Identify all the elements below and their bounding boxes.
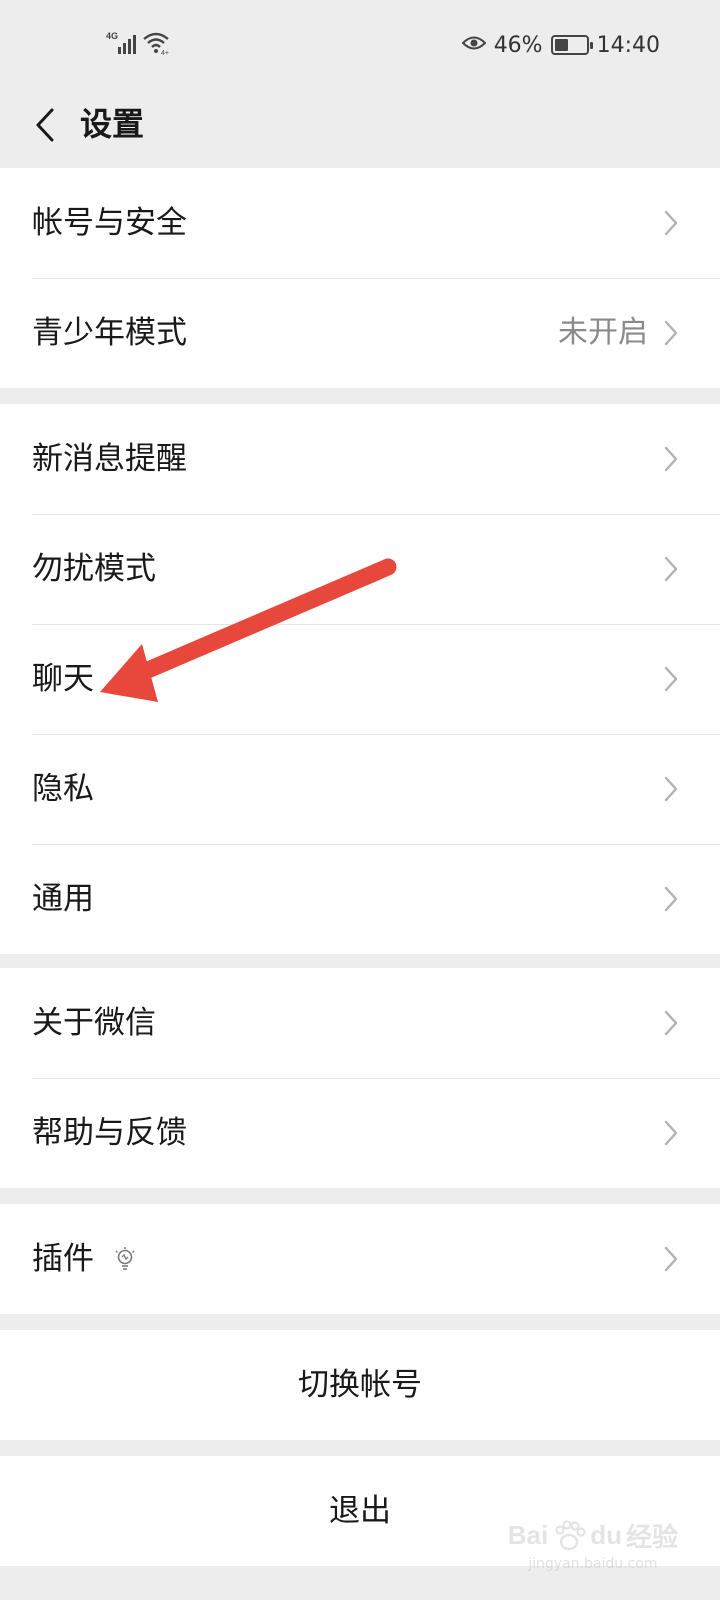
settings-item-label: 新消息提醒 [32,441,187,477]
paw-icon [555,1519,586,1550]
watermark-logo-suffix: du [590,1520,622,1550]
svg-text:4+: 4+ [161,50,169,56]
wifi-icon: 4+ [142,30,172,60]
settings-item-label: 插件 [32,1241,94,1277]
status-left: 4G 4+ [106,30,172,60]
status-right: 46% 14:40 [461,30,660,60]
switch-account-label: 切换帐号 [298,1367,422,1403]
settings-item-label: 帮助与反馈 [32,1115,187,1151]
settings-item-label: 隐私 [32,771,94,807]
settings-item-chat[interactable]: 聊天 [0,624,720,734]
battery-percent: 46% [493,32,543,58]
clock-time: 14:40 [596,32,660,58]
settings-item-label: 青少年模式 [32,315,187,351]
watermark-url: jingyan.baidu.com [528,1556,658,1572]
chevron-right-icon [660,1116,682,1150]
svg-text:4G: 4G [106,31,118,41]
chevron-left-icon [36,108,54,142]
settings-group-plugins: 插件 [0,1204,720,1314]
watermark-logo: Bai [507,1520,549,1550]
settings-group-general: 新消息提醒 勿扰模式 聊天 隐私 通用 [0,404,720,954]
settings-item-teen-mode[interactable]: 青少年模式 未开启 [0,278,720,388]
switch-account-button[interactable]: 切换帐号 [0,1330,720,1440]
settings-item-label: 勿扰模式 [32,551,156,587]
settings-item-plugins[interactable]: 插件 [0,1204,720,1314]
settings-group-account: 帐号与安全 青少年模式 未开启 [0,168,720,388]
nav-bar: 设置 [0,90,720,168]
back-button[interactable] [20,100,70,150]
chevron-right-icon [660,1006,682,1040]
settings-item-notifications[interactable]: 新消息提醒 [0,404,720,514]
chevron-right-icon [660,206,682,240]
chevron-right-icon [660,316,682,350]
lightbulb-icon [112,1246,138,1272]
settings-item-label: 通用 [32,881,94,917]
settings-group-about: 关于微信 帮助与反馈 [0,968,720,1188]
settings-item-general[interactable]: 通用 [0,844,720,954]
chevron-right-icon [660,442,682,476]
eye-icon [461,33,487,58]
signal-icon: 4G [106,30,136,60]
battery-icon [550,35,593,55]
switch-account-group: 切换帐号 [0,1330,720,1440]
settings-item-privacy[interactable]: 隐私 [0,734,720,844]
settings-item-do-not-disturb[interactable]: 勿扰模式 [0,514,720,624]
settings-item-help-feedback[interactable]: 帮助与反馈 [0,1078,720,1188]
settings-item-label: 帐号与安全 [32,205,187,241]
chevron-right-icon [660,662,682,696]
settings-item-label: 关于微信 [32,1005,156,1041]
settings-item-about-wechat[interactable]: 关于微信 [0,968,720,1078]
baidu-watermark: Bai du 经验 jingyan.baidu.com [508,1517,678,1572]
logout-label: 退出 [329,1493,391,1529]
teen-mode-status: 未开启 [558,315,648,350]
settings-item-account-security[interactable]: 帐号与安全 [0,168,720,278]
chevron-right-icon [660,772,682,806]
watermark-main: Bai du 经验 [508,1517,678,1554]
page-title: 设置 [80,105,145,143]
watermark-cn: 经验 [625,1523,678,1553]
chevron-right-icon [660,1242,682,1276]
chevron-right-icon [660,552,682,586]
settings-item-label: 聊天 [32,661,94,697]
chevron-right-icon [660,882,682,916]
status-bar: 4G 4+ 46% 14:40 [0,0,720,90]
battery-fill [554,39,569,51]
